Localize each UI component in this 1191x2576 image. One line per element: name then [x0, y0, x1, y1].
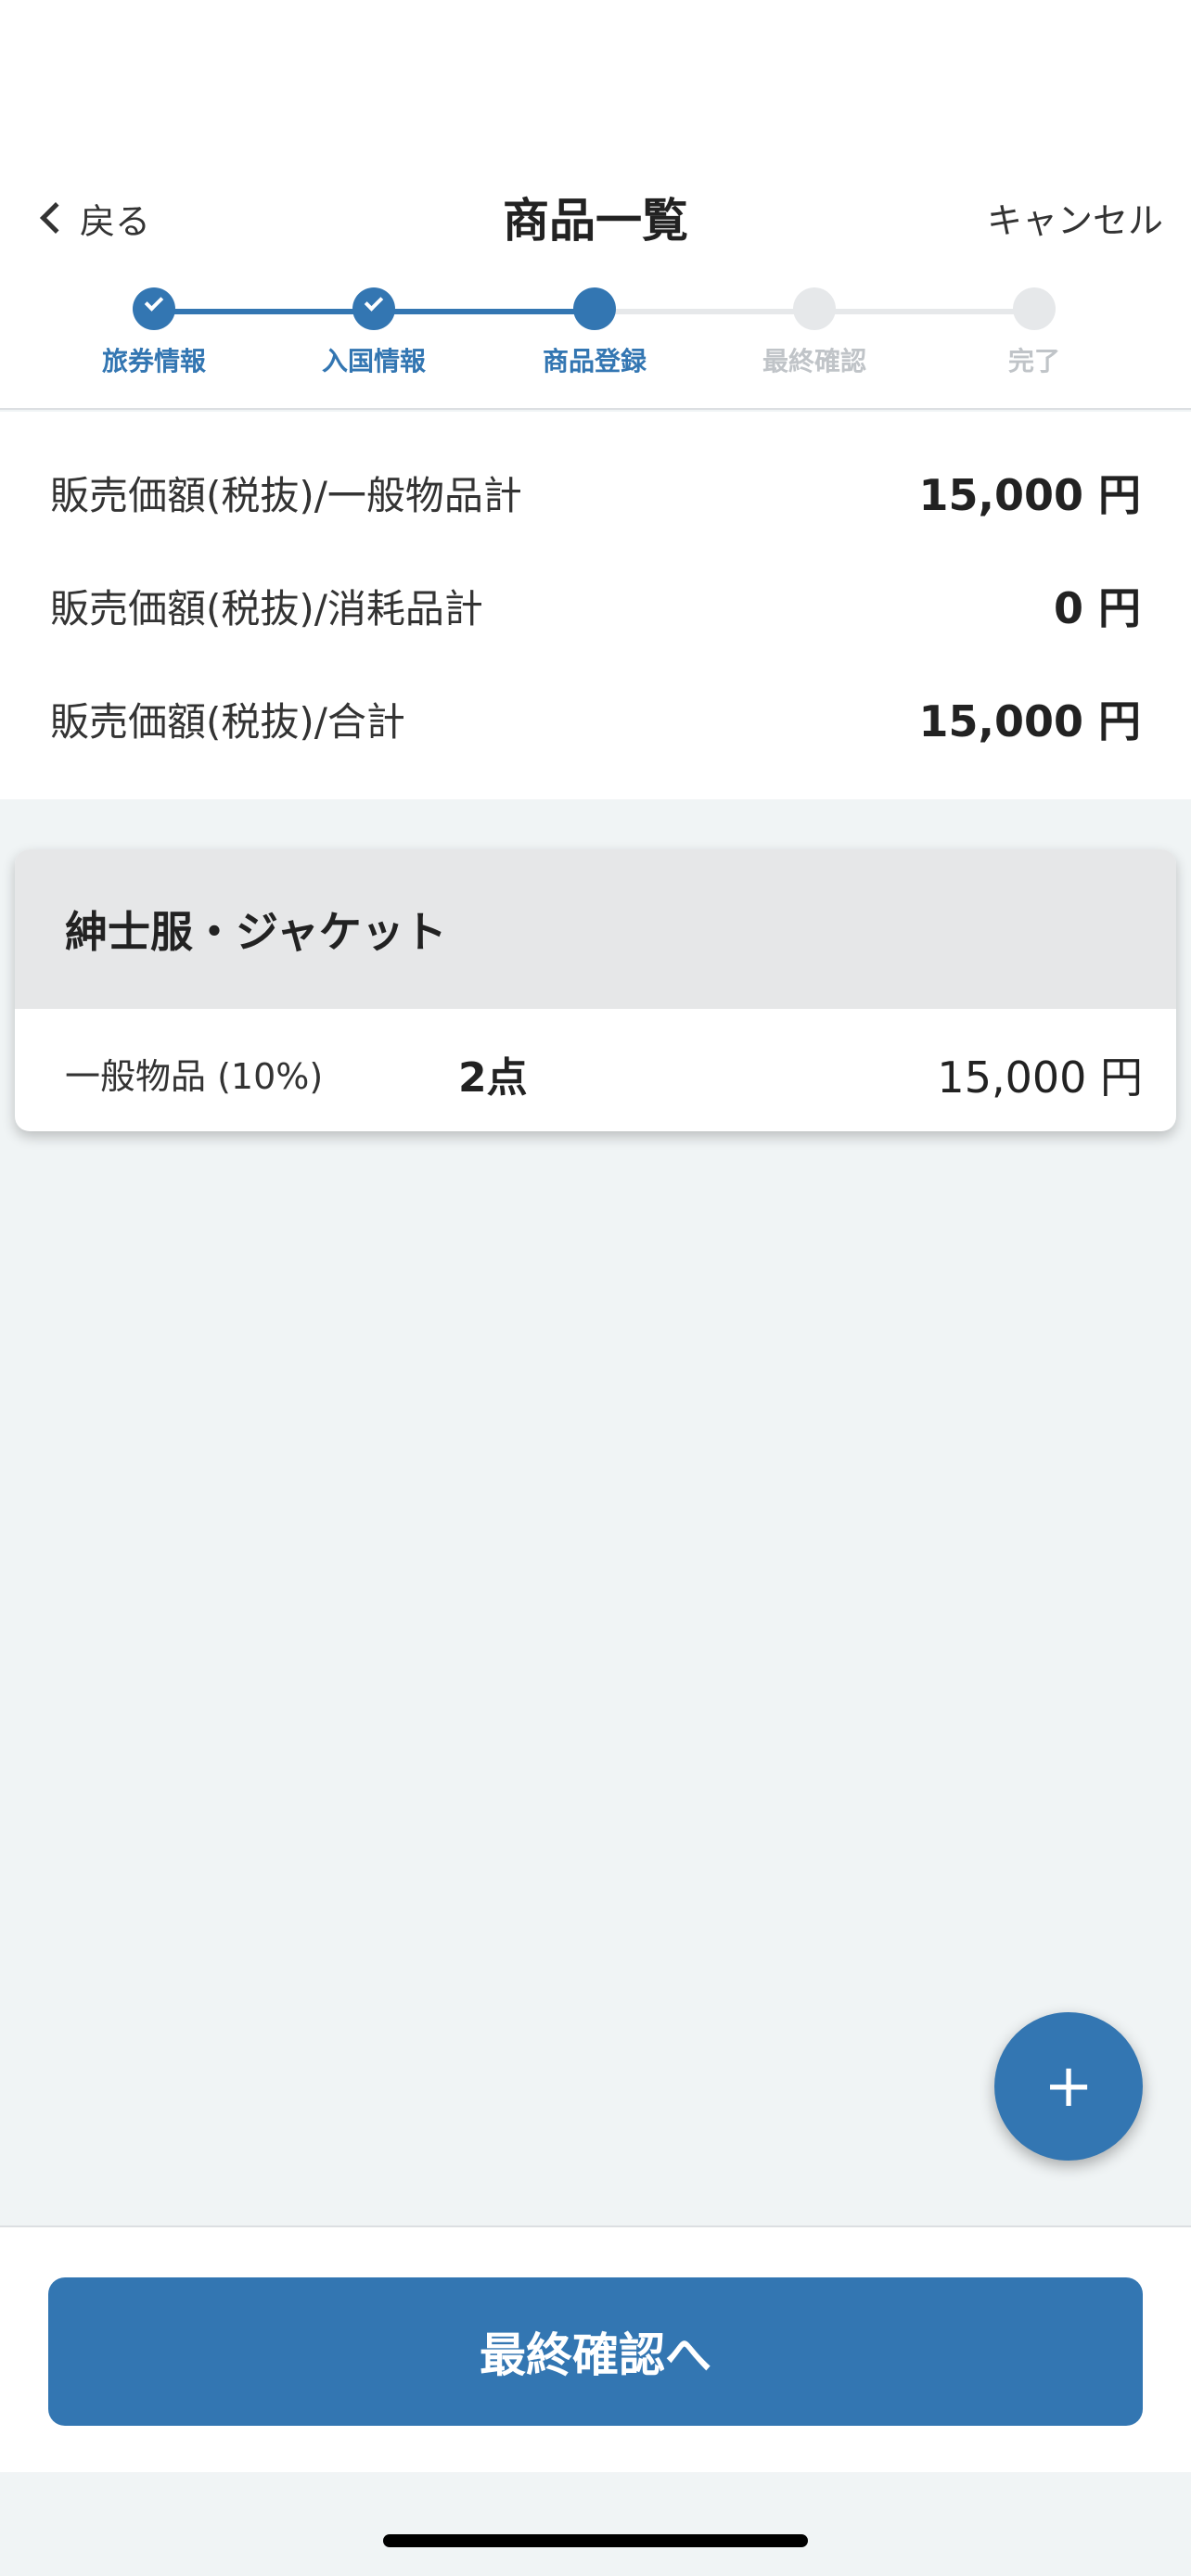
- totals-section: 販売価額(税抜)/一般物品計 15,000 円 販売価額(税抜)/消耗品計 0 …: [0, 412, 1191, 799]
- home-indicator: [383, 2534, 808, 2547]
- total-label: 販売価額(税抜)/合計: [50, 698, 405, 745]
- step-label: 最終確認: [762, 346, 866, 376]
- product-category: 一般物品 (10%): [65, 1056, 324, 1097]
- product-quantity: 2点: [458, 1054, 528, 1102]
- step-label: 完了: [1007, 346, 1060, 376]
- step-final-confirm: 最終確認: [740, 287, 889, 378]
- step-entry: 入国情報: [300, 287, 448, 378]
- step-label: 入国情報: [321, 346, 426, 376]
- step-label: 旅券情報: [101, 346, 206, 376]
- step-dot: [573, 287, 616, 330]
- step-dot: [793, 287, 836, 330]
- header: 戻る 商品一覧 キャンセル 旅券情報 入国情報 商品登録 最終確認 完了: [0, 0, 1191, 410]
- progress-stepper: 旅券情報 入国情報 商品登録 最終確認 完了: [0, 287, 1191, 380]
- check-icon: [364, 292, 384, 312]
- step-dot: [352, 287, 395, 330]
- product-card[interactable]: 紳士服・ジャケット 一般物品 (10%) 2点 15,000 円: [15, 849, 1176, 1131]
- total-value: 15,000 円: [918, 470, 1141, 520]
- step-label: 商品登録: [542, 346, 647, 376]
- total-row-consumables: 販売価額(税抜)/消耗品計 0 円: [50, 573, 1141, 638]
- step-dot: [133, 287, 175, 330]
- check-icon: [144, 292, 164, 312]
- total-row-general: 販売価額(税抜)/一般物品計 15,000 円: [50, 460, 1141, 525]
- step-passport: 旅券情報: [80, 287, 228, 378]
- product-card-body: 一般物品 (10%) 2点 15,000 円: [15, 1009, 1176, 1131]
- cancel-button[interactable]: キャンセル: [987, 192, 1163, 243]
- final-confirm-button[interactable]: 最終確認へ: [48, 2277, 1143, 2426]
- product-price: 15,000 円: [937, 1052, 1143, 1103]
- step-complete: 完了: [960, 287, 1108, 378]
- plus-icon: +: [1044, 2052, 1094, 2121]
- step-products: 商品登録: [520, 287, 669, 378]
- add-product-button[interactable]: +: [994, 2012, 1143, 2161]
- total-value: 15,000 円: [918, 696, 1141, 746]
- product-name: 紳士服・ジャケット: [65, 907, 447, 957]
- bottom-bar: 最終確認へ: [0, 2225, 1191, 2472]
- total-label: 販売価額(税抜)/一般物品計: [50, 472, 522, 518]
- total-value: 0 円: [1053, 583, 1141, 633]
- total-row-sum: 販売価額(税抜)/合計 15,000 円: [50, 686, 1141, 751]
- product-card-header: 紳士服・ジャケット: [15, 849, 1176, 1009]
- step-dot: [1013, 287, 1056, 330]
- total-label: 販売価額(税抜)/消耗品計: [50, 585, 483, 631]
